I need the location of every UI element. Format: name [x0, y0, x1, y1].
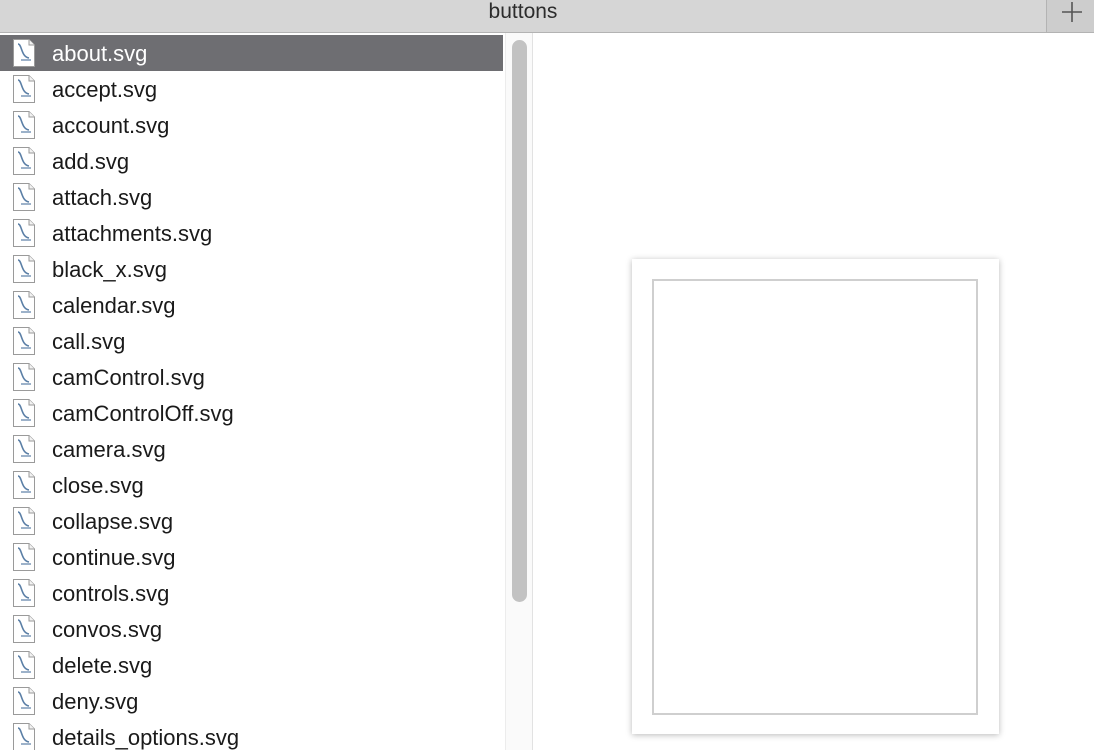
- svg-document-icon: [12, 183, 36, 211]
- plus-icon: [1062, 2, 1082, 22]
- file-name: black_x.svg: [52, 257, 167, 282]
- svg-document-icon: [12, 723, 36, 750]
- new-tab-button[interactable]: [1046, 0, 1094, 32]
- svg-document-icon: [12, 39, 36, 67]
- file-row[interactable]: continue.svg: [0, 539, 503, 575]
- file-name: attachments.svg: [52, 221, 213, 246]
- svg-document-icon: [12, 255, 36, 283]
- file-row[interactable]: details_options.svg: [0, 719, 503, 750]
- preview-thumbnail: [632, 259, 999, 734]
- svg-document-icon: [12, 615, 36, 643]
- file-row[interactable]: camera.svg: [0, 431, 503, 467]
- tab-bar: buttons: [0, 0, 1094, 33]
- file-row[interactable]: close.svg: [0, 467, 503, 503]
- file-name: close.svg: [52, 473, 144, 498]
- svg-document-icon: [12, 399, 36, 427]
- svg-document-icon: [12, 651, 36, 679]
- preview-pane: [533, 33, 1094, 750]
- svg-document-icon: [12, 543, 36, 571]
- svg-document-icon: [12, 471, 36, 499]
- file-row[interactable]: deny.svg: [0, 683, 503, 719]
- preview-image-frame: [652, 279, 978, 715]
- file-name: accept.svg: [52, 77, 158, 102]
- file-name: collapse.svg: [52, 509, 174, 534]
- file-row[interactable]: delete.svg: [0, 647, 503, 683]
- file-name: camControl.svg: [52, 365, 205, 390]
- svg-document-icon: [12, 111, 36, 139]
- file-row[interactable]: camControl.svg: [0, 359, 503, 395]
- file-row[interactable]: account.svg: [0, 107, 503, 143]
- file-row[interactable]: black_x.svg: [0, 251, 503, 287]
- svg-document-icon: [12, 687, 36, 715]
- scrollbar-thumb[interactable]: [512, 40, 527, 602]
- tab-buttons[interactable]: buttons: [0, 0, 1046, 32]
- file-row[interactable]: about.svg: [0, 35, 503, 71]
- file-row[interactable]: add.svg: [0, 143, 503, 179]
- file-row[interactable]: accept.svg: [0, 71, 503, 107]
- file-row[interactable]: call.svg: [0, 323, 503, 359]
- svg-document-icon: [12, 219, 36, 247]
- file-name: deny.svg: [52, 689, 139, 714]
- file-name: convos.svg: [52, 617, 163, 642]
- file-row[interactable]: collapse.svg: [0, 503, 503, 539]
- file-list: about.svg accept.svg account.svg add.svg att…: [0, 33, 505, 750]
- file-name: about.svg: [52, 41, 148, 66]
- file-name: controls.svg: [52, 581, 170, 606]
- file-name: camControlOff.svg: [52, 401, 234, 426]
- svg-document-icon: [12, 327, 36, 355]
- file-name: add.svg: [52, 149, 130, 174]
- file-list-scrollbar[interactable]: [505, 33, 533, 750]
- file-name: details_options.svg: [52, 725, 240, 750]
- file-name: delete.svg: [52, 653, 153, 678]
- svg-document-icon: [12, 147, 36, 175]
- file-row[interactable]: attachments.svg: [0, 215, 503, 251]
- file-name: calendar.svg: [52, 293, 176, 318]
- svg-document-icon: [12, 75, 36, 103]
- file-name: camera.svg: [52, 437, 166, 462]
- file-name: call.svg: [52, 329, 126, 354]
- svg-document-icon: [12, 507, 36, 535]
- finder-window: buttons about.svg accept.svg account.svg ad…: [0, 0, 1094, 750]
- svg-document-icon: [12, 435, 36, 463]
- svg-document-icon: [12, 579, 36, 607]
- svg-document-icon: [12, 363, 36, 391]
- file-row[interactable]: controls.svg: [0, 575, 503, 611]
- file-name: account.svg: [52, 113, 170, 138]
- svg-document-icon: [12, 291, 36, 319]
- file-name: attach.svg: [52, 185, 153, 210]
- file-row[interactable]: calendar.svg: [0, 287, 503, 323]
- file-row[interactable]: camControlOff.svg: [0, 395, 503, 431]
- file-name: continue.svg: [52, 545, 176, 570]
- file-row[interactable]: convos.svg: [0, 611, 503, 647]
- file-row[interactable]: attach.svg: [0, 179, 503, 215]
